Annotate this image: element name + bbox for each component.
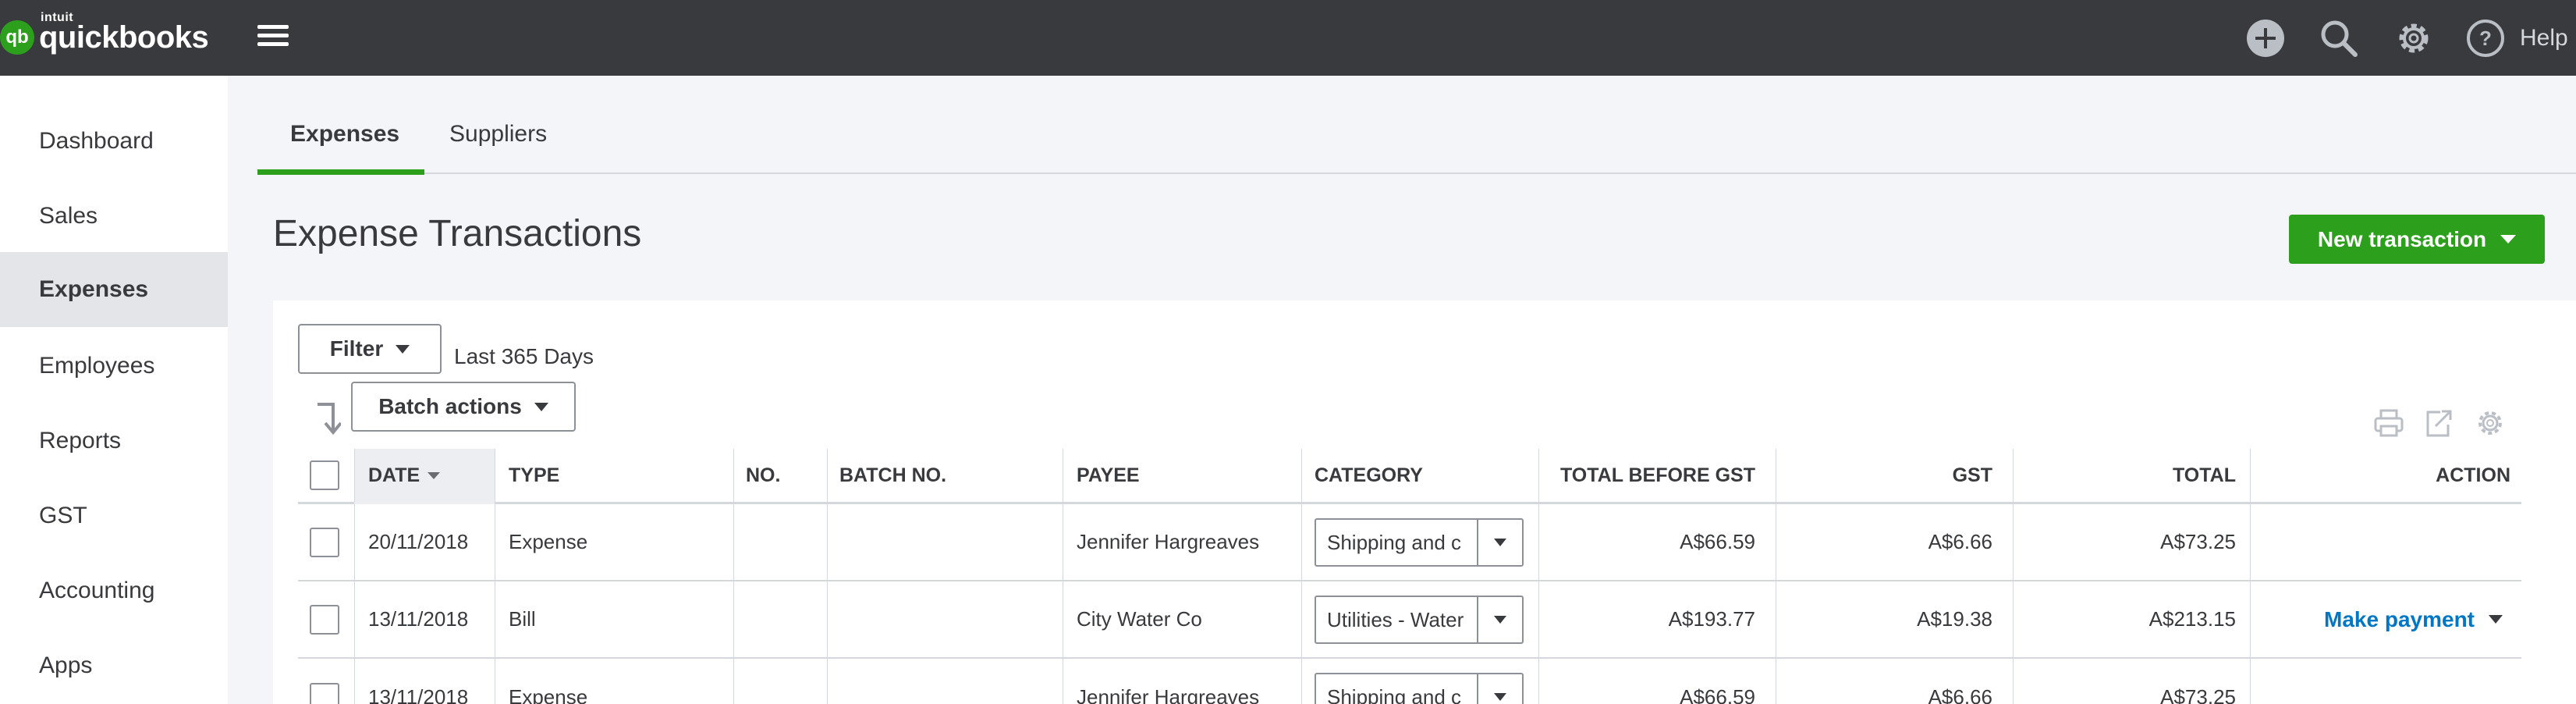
column-total[interactable]: TOTAL [2013, 449, 2236, 502]
row-type: Expense [509, 685, 588, 704]
active-tab-indicator [257, 169, 424, 175]
batch-actions-button[interactable]: Batch actions [351, 382, 576, 432]
row-payee: Jennifer Hargreaves [1077, 685, 1260, 704]
row-date: 13/11/2018 [368, 607, 469, 631]
make-payment-link[interactable]: Make payment [2324, 607, 2475, 632]
row-gst: A$6.66 [1928, 685, 1992, 704]
row-checkbox[interactable] [310, 527, 339, 557]
row-total: A$73.25 [2160, 530, 2236, 553]
row-checkbox[interactable] [310, 604, 339, 635]
quickbooks-logo[interactable]: qb intuit quickbooks [0, 11, 209, 58]
table-row[interactable]: 13/11/2018 Bill City Water Co Utilities … [298, 581, 2521, 659]
sidebar-item-reports[interactable]: Reports [0, 404, 228, 478]
row-payee: City Water Co [1077, 607, 1202, 631]
row-type: Expense [509, 530, 588, 553]
chevron-down-icon[interactable] [1477, 520, 1522, 565]
new-transaction-label: New transaction [2317, 226, 2487, 251]
column-action: ACTION [2436, 464, 2510, 486]
row-gst: A$19.38 [1917, 607, 1992, 631]
sidebar-item-gst[interactable]: GST [0, 478, 228, 553]
row-date: 20/11/2018 [368, 530, 469, 553]
chevron-down-icon [2500, 235, 2517, 244]
category-value: Shipping and c [1327, 530, 1462, 554]
tab-divider [257, 172, 2576, 174]
column-payee[interactable]: PAYEE [1077, 449, 1140, 502]
page-title: Expense Transactions [273, 213, 642, 254]
svg-text:?: ? [2479, 27, 2492, 50]
settings-icon[interactable] [2475, 407, 2506, 439]
category-value: Shipping and c [1327, 684, 1462, 704]
sidebar-item-sales[interactable]: Sales [0, 179, 228, 254]
chevron-down-icon [534, 402, 548, 411]
row-type: Bill [509, 607, 536, 631]
gear-icon[interactable] [2393, 18, 2434, 59]
sidebar-item-dashboard[interactable]: Dashboard [0, 104, 228, 179]
batch-actions-label: Batch actions [378, 394, 522, 418]
intuit-wordmark: intuit [41, 10, 74, 24]
row-total: A$213.15 [2148, 607, 2236, 631]
column-no[interactable]: NO. [746, 449, 780, 502]
row-date: 13/11/2018 [368, 685, 469, 704]
column-date[interactable]: DATE [368, 449, 441, 502]
row-checkbox[interactable] [310, 682, 339, 704]
sidebar-item-accounting[interactable]: Accounting [0, 553, 228, 628]
top-bar: qb intuit quickbooks ? Help [0, 0, 2576, 76]
column-batch-no[interactable]: BATCH NO. [839, 449, 946, 502]
tab-expenses[interactable]: Expenses [290, 121, 399, 148]
category-select[interactable]: Shipping and c [1315, 673, 1524, 704]
column-type[interactable]: TYPE [509, 449, 559, 502]
filter-button[interactable]: Filter [298, 324, 442, 374]
plus-icon[interactable] [2245, 18, 2286, 59]
table-header: DATE TYPE NO. BATCH NO. PAYEE CATEGORY T… [298, 449, 2521, 504]
sort-down-icon [428, 471, 441, 479]
category-select[interactable]: Utilities - Water [1315, 596, 1524, 644]
sidebar-item-employees[interactable]: Employees [0, 329, 228, 404]
export-icon[interactable] [2423, 407, 2454, 439]
select-all-checkbox[interactable] [310, 460, 339, 490]
chevron-down-icon [396, 344, 410, 354]
table-row[interactable]: 20/11/2018 Expense Jennifer Hargreaves S… [298, 504, 2521, 581]
column-total-before-gst[interactable]: TOTAL BEFORE GST [1538, 449, 1755, 502]
category-value: Utilities - Water [1327, 607, 1464, 631]
filter-label: Filter [329, 336, 384, 361]
menu-icon[interactable] [257, 25, 289, 50]
column-gst[interactable]: GST [1776, 449, 1992, 502]
sidebar: Dashboard Sales Expenses Employees Repor… [0, 76, 228, 704]
row-gst: A$6.66 [1928, 530, 1992, 553]
chevron-down-icon[interactable] [1477, 674, 1522, 704]
print-icon[interactable] [2373, 407, 2404, 439]
sidebar-item-expenses[interactable]: Expenses [0, 252, 228, 327]
row-total-before-gst: A$193.77 [1668, 607, 1755, 631]
date-range-label: Last 365 Days [454, 344, 594, 368]
tab-suppliers[interactable]: Suppliers [449, 121, 547, 148]
column-category[interactable]: CATEGORY [1315, 449, 1423, 502]
chevron-down-icon[interactable] [1477, 597, 1522, 642]
help-icon[interactable]: ? [2465, 18, 2506, 59]
row-payee: Jennifer Hargreaves [1077, 530, 1260, 553]
category-select[interactable]: Shipping and c [1315, 518, 1524, 567]
row-total-before-gst: A$66.59 [1680, 685, 1755, 704]
search-icon[interactable] [2319, 18, 2359, 59]
new-transaction-button[interactable]: New transaction [2289, 215, 2545, 264]
row-total-before-gst: A$66.59 [1680, 530, 1755, 553]
sidebar-item-apps[interactable]: Apps [0, 628, 228, 703]
help-label[interactable]: Help [2520, 25, 2568, 52]
quickbooks-wordmark: quickbooks [39, 20, 209, 55]
qb-logo-badge: qb [0, 20, 34, 55]
table-row[interactable]: 13/11/2018 Expense Jennifer Hargreaves S… [298, 659, 2521, 704]
row-total: A$73.25 [2160, 685, 2236, 704]
chevron-down-icon[interactable] [2489, 615, 2503, 624]
sort-arrow-icon[interactable] [314, 400, 341, 436]
